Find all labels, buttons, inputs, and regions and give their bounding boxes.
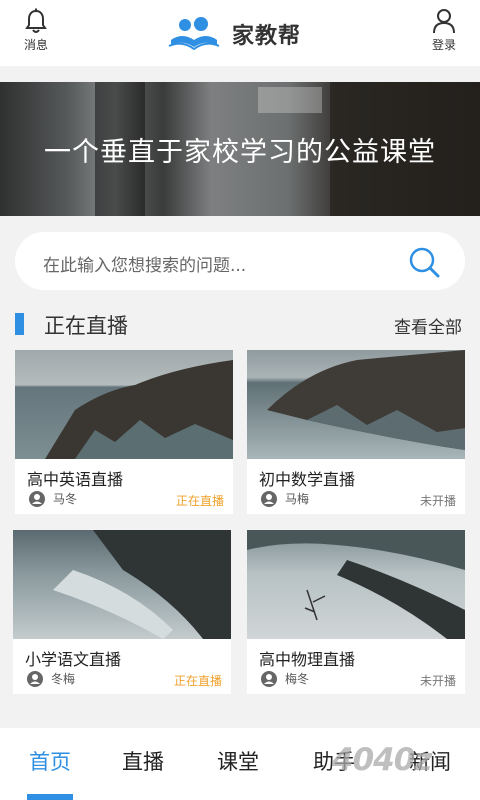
status-badge: 未开播 xyxy=(419,494,456,508)
brand-name: 家教帮 xyxy=(232,24,302,49)
app-header: 消息 家教帮 登录 xyxy=(0,0,480,66)
banner-title: 一个垂直于家校学习的公益课堂 xyxy=(44,137,436,168)
banner-photo-detail xyxy=(258,87,322,113)
course-card[interactable]: 初中数学直播 马梅 未开播 xyxy=(247,350,465,514)
messages-label: 消息 xyxy=(23,38,48,52)
course-thumbnail xyxy=(15,350,233,459)
course-card[interactable]: 高中英语直播 马冬 正在直播 xyxy=(15,350,233,514)
login-button[interactable]: 登录 xyxy=(419,8,469,53)
teacher-name: 马梅 xyxy=(285,492,310,506)
bell-icon xyxy=(25,8,47,33)
course-card[interactable]: 高中物理直播 梅冬 未开播 xyxy=(247,530,465,694)
course-name: 高中英语直播 xyxy=(27,470,124,489)
avatar-icon xyxy=(261,670,277,687)
teacher-info: 马梅 xyxy=(261,490,309,507)
search-bar[interactable]: 在此输入您想搜索的问题... xyxy=(15,232,465,290)
course-name: 小学语文直播 xyxy=(25,650,122,669)
course-thumbnail xyxy=(247,530,465,639)
watermark: 4040z xyxy=(332,742,432,778)
teacher-name: 梅冬 xyxy=(285,672,310,686)
teacher-info: 冬梅 xyxy=(27,670,75,687)
course-thumbnail xyxy=(13,530,231,639)
course-name: 高中物理直播 xyxy=(259,650,356,669)
cliff-image xyxy=(45,360,233,459)
section-accent-bar xyxy=(15,313,24,335)
books-reader-icon xyxy=(168,17,220,51)
teacher-info: 梅冬 xyxy=(261,670,309,687)
section-title: 正在直播 xyxy=(44,314,128,338)
teacher-name: 马冬 xyxy=(53,492,78,506)
see-all-link[interactable]: 查看全部 xyxy=(394,313,462,338)
status-badge: 正在直播 xyxy=(173,674,222,688)
user-icon xyxy=(433,9,455,34)
messages-button[interactable]: 消息 xyxy=(11,8,61,53)
hero-banner[interactable]: 一个垂直于家校学习的公益课堂 xyxy=(0,82,480,216)
cliff-image xyxy=(267,350,465,450)
search-input[interactable]: 在此输入您想搜索的问题... xyxy=(43,251,246,276)
avatar-icon xyxy=(29,490,45,507)
teacher-name: 冬梅 xyxy=(51,672,76,686)
teacher-info: 马冬 xyxy=(29,490,77,507)
active-tab-indicator xyxy=(27,794,73,800)
cliff-image xyxy=(53,530,231,639)
status-badge: 未开播 xyxy=(419,674,456,688)
tab-classroom[interactable]: 课堂 xyxy=(217,746,259,776)
status-badge: 正在直播 xyxy=(175,494,224,508)
avatar-icon xyxy=(261,490,277,507)
brand-logo: 家教帮 xyxy=(168,14,301,54)
tab-live[interactable]: 直播 xyxy=(122,746,164,776)
course-name: 初中数学直播 xyxy=(259,470,356,489)
course-thumbnail xyxy=(247,350,465,459)
course-card[interactable]: 小学语文直播 冬梅 正在直播 xyxy=(13,530,231,694)
tab-home[interactable]: 首页 xyxy=(29,746,71,776)
login-label: 登录 xyxy=(431,38,456,52)
cliff-image xyxy=(247,530,465,639)
search-icon[interactable] xyxy=(407,245,441,279)
avatar-icon xyxy=(27,670,43,687)
